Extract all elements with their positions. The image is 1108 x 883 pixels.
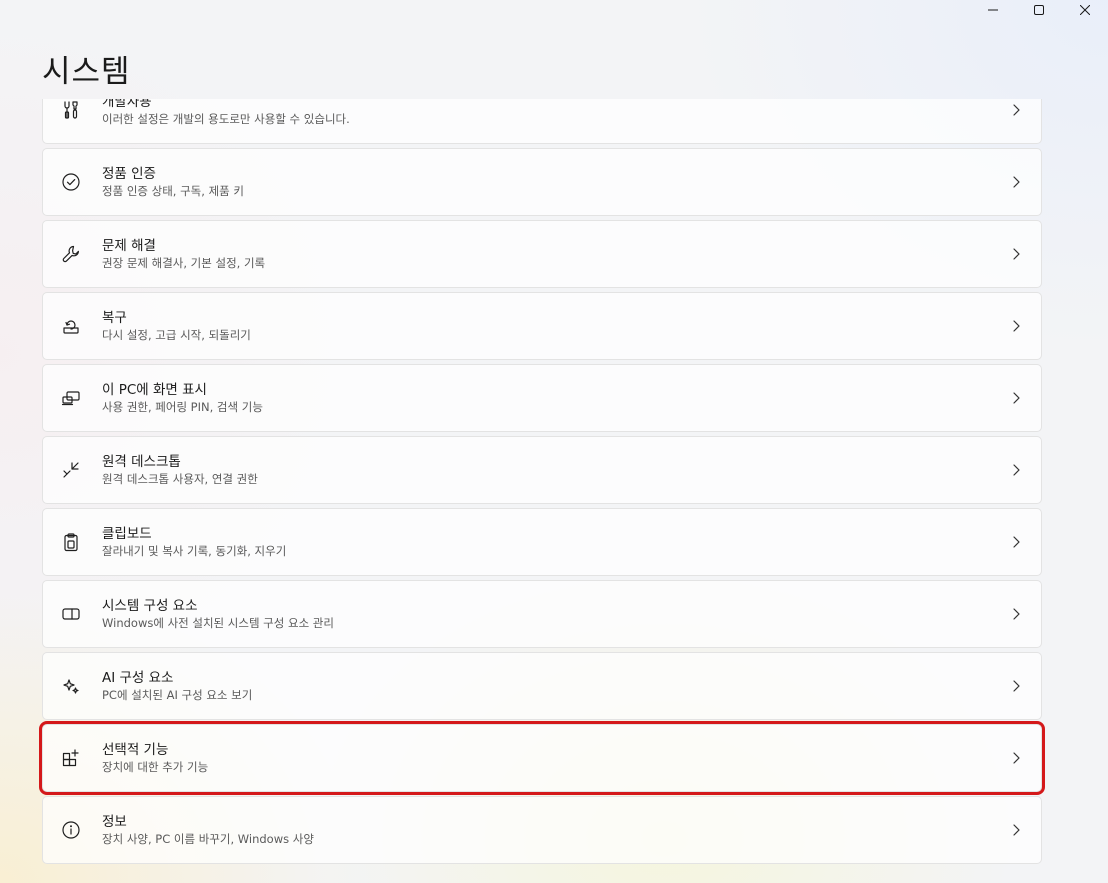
settings-item[interactable]: 문제 해결권장 문제 해결사, 기본 설정, 기록 xyxy=(42,220,1042,288)
settings-list: 개발자용 이러한 설정은 개발의 용도로만 사용할 수 있습니다. 정품 인증 정품… xyxy=(0,99,1108,883)
ai-sparkle-icon xyxy=(61,676,81,696)
window-caption-controls xyxy=(970,0,1108,20)
chevron-right-icon xyxy=(1009,679,1023,693)
settings-item[interactable]: 복구다시 설정, 고급 시작, 되돌리기 xyxy=(42,292,1042,360)
settings-item-description: PC에 설치된 AI 구성 요소 보기 xyxy=(102,688,253,702)
settings-item-text: 원격 데스크톱원격 데스크톱 사용자, 연결 권한 xyxy=(102,453,1009,487)
settings-item-title: 정품 인증 xyxy=(102,166,156,182)
clipboard-icon xyxy=(61,532,81,552)
settings-item-title: 개발자용 xyxy=(102,99,152,110)
chevron-right-icon xyxy=(1009,247,1023,261)
project-to-pc-icon xyxy=(61,388,81,408)
settings-item[interactable]: 선택적 기능장치에 대한 추가 기능 xyxy=(39,721,1045,795)
settings-item-title: 이 PC에 화면 표시 xyxy=(102,382,207,398)
settings-item-title: 정보 xyxy=(102,814,127,830)
settings-item-text: 정품 인증정품 인증 상태, 구독, 제품 키 xyxy=(102,165,1009,199)
settings-item-text: 클립보드잘라내기 및 복사 기록, 동기화, 지우기 xyxy=(102,525,1009,559)
settings-item-title: 시스템 구성 요소 xyxy=(102,598,198,614)
settings-item[interactable]: 클립보드잘라내기 및 복사 기록, 동기화, 지우기 xyxy=(42,508,1042,576)
minimize-button[interactable] xyxy=(970,0,1016,20)
maximize-button[interactable] xyxy=(1016,0,1062,20)
close-button[interactable] xyxy=(1062,0,1108,20)
settings-item-text: 정보장치 사양, PC 이름 바꾸기, Windows 사양 xyxy=(102,813,1009,847)
settings-item-description: 권장 문제 해결사, 기본 설정, 기록 xyxy=(102,256,266,270)
settings-item-description: 정품 인증 상태, 구독, 제품 키 xyxy=(102,184,244,198)
remote-desktop-icon xyxy=(61,460,81,480)
chevron-right-icon xyxy=(1009,823,1023,837)
close-icon xyxy=(1080,5,1090,15)
settings-item[interactable]: 이 PC에 화면 표시사용 권한, 페어링 PIN, 검색 기능 xyxy=(42,364,1042,432)
chevron-right-icon xyxy=(1009,751,1023,765)
recovery-icon xyxy=(61,316,81,336)
chevron-right-icon xyxy=(1009,391,1023,405)
settings-item-title: 클립보드 xyxy=(102,526,152,542)
activation-check-icon xyxy=(61,172,81,192)
chevron-right-icon xyxy=(1009,319,1023,333)
settings-item-description: 장치 사양, PC 이름 바꾸기, Windows 사양 xyxy=(102,832,314,846)
settings-item-title: 원격 데스크톱 xyxy=(102,454,181,470)
settings-item-text: 시스템 구성 요소 Windows에 사전 설치된 시스템 구성 요소 관리 xyxy=(102,597,1009,631)
settings-item-text: 복구다시 설정, 고급 시작, 되돌리기 xyxy=(102,309,1009,343)
developer-tools-icon xyxy=(61,100,81,120)
settings-item-description: 사용 권한, 페어링 PIN, 검색 기능 xyxy=(102,400,263,414)
settings-item[interactable]: 원격 데스크톱원격 데스크톱 사용자, 연결 권한 xyxy=(42,436,1042,504)
chevron-right-icon xyxy=(1009,535,1023,549)
settings-item-title: AI 구성 요소 xyxy=(102,670,174,686)
maximize-icon xyxy=(1034,5,1044,15)
settings-item[interactable]: 시스템 구성 요소 Windows에 사전 설치된 시스템 구성 요소 관리 xyxy=(42,580,1042,648)
settings-item-title: 선택적 기능 xyxy=(102,742,169,758)
settings-item-text: 개발자용이러한 설정은 개발의 용도로만 사용할 수 있습니다. xyxy=(102,99,1009,127)
settings-item-description: 장치에 대한 추가 기능 xyxy=(102,760,209,774)
settings-item[interactable]: 정품 인증정품 인증 상태, 구독, 제품 키 xyxy=(42,148,1042,216)
settings-item-description: 원격 데스크톱 사용자, 연결 권한 xyxy=(102,472,258,486)
system-components-icon xyxy=(61,604,81,624)
settings-item-text: 문제 해결권장 문제 해결사, 기본 설정, 기록 xyxy=(102,237,1009,271)
chevron-right-icon xyxy=(1009,175,1023,189)
settings-item-description: 이러한 설정은 개발의 용도로만 사용할 수 있습니다. xyxy=(102,112,350,126)
minimize-icon xyxy=(988,5,998,15)
chevron-right-icon xyxy=(1009,607,1023,621)
chevron-right-icon xyxy=(1009,103,1023,117)
settings-item-description: Windows에 사전 설치된 시스템 구성 요소 관리 xyxy=(102,616,334,630)
settings-item[interactable]: 정보장치 사양, PC 이름 바꾸기, Windows 사양 xyxy=(42,796,1042,864)
page-title: 시스템 xyxy=(42,54,131,90)
settings-item-title: 복구 xyxy=(102,310,127,326)
settings-item-description: 잘라내기 및 복사 기록, 동기화, 지우기 xyxy=(102,544,287,558)
settings-item-text: AI 구성 요소 PC에 설치된 AI 구성 요소 보기 xyxy=(102,669,1009,703)
settings-item[interactable]: 개발자용이러한 설정은 개발의 용도로만 사용할 수 있습니다. xyxy=(42,99,1042,144)
optional-features-icon xyxy=(61,748,81,768)
settings-item-title: 문제 해결 xyxy=(102,238,156,254)
settings-item[interactable]: AI 구성 요소 PC에 설치된 AI 구성 요소 보기 xyxy=(42,652,1042,720)
settings-item-description: 다시 설정, 고급 시작, 되돌리기 xyxy=(102,328,251,342)
chevron-right-icon xyxy=(1009,463,1023,477)
info-icon xyxy=(61,820,81,840)
wrench-icon xyxy=(61,244,81,264)
settings-item-text: 이 PC에 화면 표시사용 권한, 페어링 PIN, 검색 기능 xyxy=(102,381,1009,415)
settings-item-text: 선택적 기능장치에 대한 추가 기능 xyxy=(102,741,1009,775)
